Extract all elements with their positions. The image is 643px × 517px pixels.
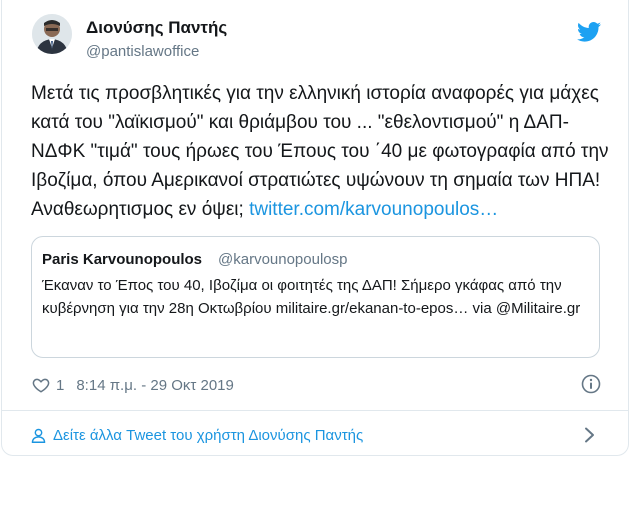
tweet-card: Διονύσης Παντής @pantislawoffice Μετά τι… xyxy=(1,0,629,456)
tweet-text: Μετά τις προσβλητικές για την ελληνική ι… xyxy=(31,79,611,224)
twitter-bird-icon[interactable] xyxy=(577,22,601,42)
tweet-timestamp[interactable]: 8:14 π.μ. - 29 Οκτ 2019 xyxy=(76,377,234,394)
avatar-image xyxy=(32,14,72,54)
person-icon xyxy=(31,428,46,443)
avatar[interactable] xyxy=(32,14,72,54)
quoted-tweet-link[interactable]: twitter.com/karvounopoulos… xyxy=(249,199,498,220)
divider xyxy=(2,410,628,411)
quoted-tweet[interactable]: Paris Karvounopoulos @karvounopoulosp Έκ… xyxy=(31,236,600,358)
more-tweets-link[interactable]: Δείτε άλλα Tweet του χρήστη Διονύσης Παν… xyxy=(30,424,363,446)
chevron-right-icon[interactable] xyxy=(584,427,596,443)
quote-author-handle: @karvounopoulosp xyxy=(218,251,348,268)
info-icon[interactable] xyxy=(581,374,601,394)
more-tweets-label: Δείτε άλλα Tweet του χρήστη Διονύσης Παν… xyxy=(53,426,364,444)
tweet-meta: 1 8:14 π.μ. - 29 Οκτ 2019 xyxy=(32,374,234,396)
author-handle[interactable]: @pantislawoffice xyxy=(86,43,199,60)
quote-author-name: Paris Karvounopoulos xyxy=(42,251,203,268)
author-name[interactable]: Διονύσης Παντής xyxy=(86,18,227,38)
like-count: 1 xyxy=(56,376,65,394)
heart-icon[interactable] xyxy=(32,376,50,394)
quote-text: Έκαναν το Έπος του 40, Ιβοζίμα οι φοιτητ… xyxy=(42,277,581,317)
